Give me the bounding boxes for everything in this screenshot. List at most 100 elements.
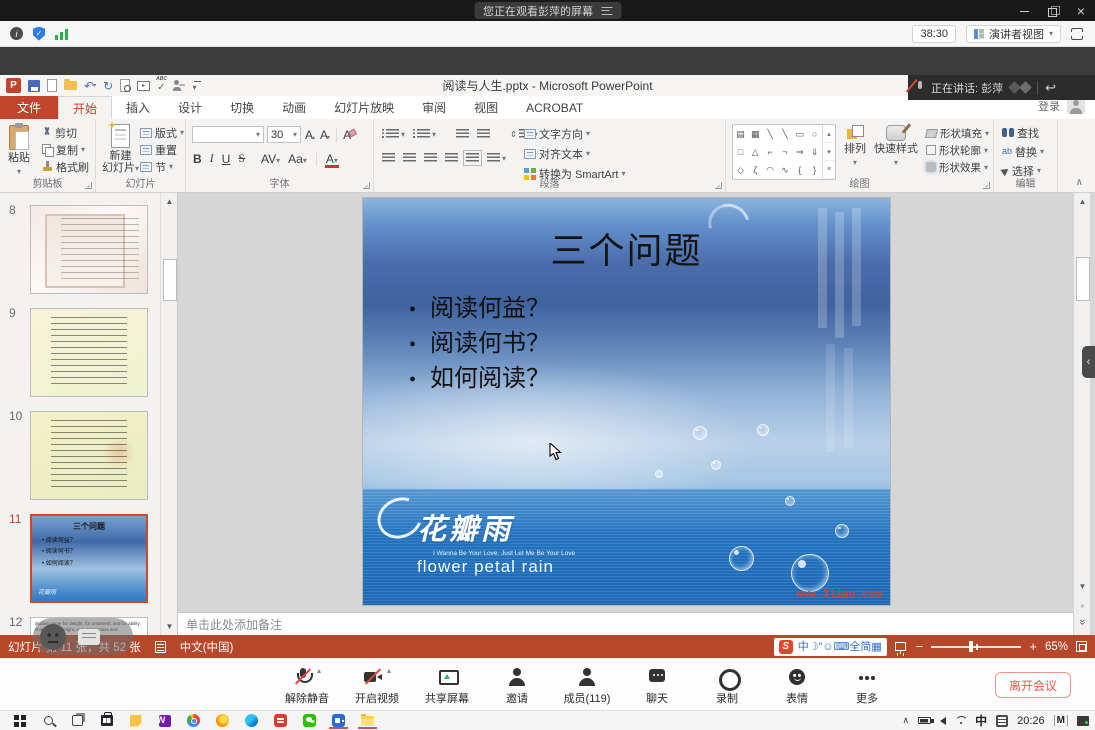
shape-glyph-icon[interactable]: ▤	[736, 130, 745, 139]
zoom-out-icon[interactable]: −	[916, 640, 924, 653]
slide-thumbnail[interactable]	[30, 205, 148, 294]
change-case-button[interactable]: Aa▾	[287, 152, 308, 166]
volume-icon[interactable]	[940, 717, 946, 725]
sticky-icon[interactable]	[128, 712, 143, 729]
meeting-control[interactable]: 录制	[703, 666, 751, 706]
ime-option-icon[interactable]: ☽	[809, 641, 819, 653]
shape-glyph-icon[interactable]: ζ	[753, 166, 757, 175]
thumbnail-scrollbar[interactable]: ▲ ▼	[160, 193, 177, 635]
columns-button[interactable]: ▾	[487, 150, 506, 166]
ribbon-tab[interactable]: 幻灯片放映	[320, 96, 408, 119]
previous-slide-icon[interactable]: «	[1076, 599, 1090, 614]
zoom-in-icon[interactable]: +	[1029, 640, 1037, 653]
shrink-font-button[interactable]: A▾	[319, 128, 331, 142]
cut-button[interactable]: 剪切	[42, 124, 89, 141]
format-painter-button[interactable]: 格式刷	[42, 158, 89, 175]
scrollbar-thumb[interactable]	[1076, 257, 1090, 301]
emoji-face-icon[interactable]	[40, 624, 66, 650]
ribbon-tab[interactable]: 动画	[268, 96, 320, 119]
meeting-icon[interactable]	[331, 712, 346, 729]
more-icon[interactable]	[856, 666, 878, 688]
next-slide-icon[interactable]: «	[1076, 615, 1090, 630]
office-icon[interactable]: N	[157, 712, 172, 729]
shape-fill-button[interactable]: 形状填充▾	[926, 126, 989, 140]
dialog-launcher-icon[interactable]	[715, 182, 722, 189]
ribbon-tab[interactable]: 切换	[216, 96, 268, 119]
grow-font-button[interactable]: A▴	[304, 128, 316, 142]
chrome-icon[interactable]	[186, 712, 201, 729]
align-left-button[interactable]	[382, 150, 395, 166]
meeting-control[interactable]: 更多	[843, 666, 891, 706]
camera-icon[interactable]	[362, 666, 384, 688]
close-icon[interactable]: ×	[1075, 5, 1087, 17]
copy-button[interactable]: 复制▾	[42, 141, 89, 158]
align-right-button[interactable]	[424, 150, 437, 166]
sign-in-label[interactable]: 登录	[1038, 98, 1060, 114]
dialog-launcher-icon[interactable]	[85, 182, 92, 189]
scroll-down-icon[interactable]: ▼	[1075, 579, 1090, 593]
italic-button[interactable]: I	[209, 151, 215, 166]
shape-glyph-icon[interactable]: ╲	[782, 130, 787, 139]
shape-glyph-icon[interactable]: ◠	[766, 166, 774, 175]
bold-button[interactable]: B	[192, 152, 203, 166]
ime-option-icon[interactable]: 简	[860, 641, 871, 653]
ime-option-icon[interactable]: 中	[798, 641, 809, 653]
meeting-info-icon[interactable]: i	[10, 27, 23, 40]
scroll-up-icon[interactable]: ▲	[1075, 194, 1090, 208]
decrease-indent-button[interactable]	[456, 126, 469, 142]
ribbon-tab[interactable]: ACROBAT	[512, 96, 597, 119]
shape-glyph-icon[interactable]: ▭	[795, 130, 804, 139]
slide-thumbnail[interactable]: 三个问题 阅读何益？ 阅读何书？ 如何阅读？ 花瓣雨	[30, 514, 148, 603]
shapes-gallery-scroll[interactable]: ▴▾≡	[822, 125, 835, 179]
shape-glyph-icon[interactable]: ¬	[782, 148, 787, 157]
save-icon[interactable]	[28, 80, 40, 92]
zoom-level[interactable]: 65%	[1045, 641, 1068, 653]
slide-scrollbar[interactable]: ▲ ▼ « «	[1073, 193, 1090, 635]
shape-glyph-icon[interactable]: △	[752, 148, 759, 157]
meeting-control[interactable]: 共享屏幕	[423, 666, 471, 706]
shape-effects-button[interactable]: 形状效果▾	[926, 160, 989, 174]
replace-button[interactable]: ab替换▾	[1002, 143, 1057, 160]
leave-meeting-button[interactable]: 离开会议	[995, 672, 1071, 698]
minimize-icon[interactable]	[1019, 5, 1031, 17]
dialog-launcher-icon[interactable]	[983, 182, 990, 189]
firefox-icon[interactable]	[215, 712, 230, 729]
redapp-icon[interactable]	[273, 712, 288, 729]
account-avatar-icon[interactable]	[1067, 98, 1085, 114]
meeting-control[interactable]: 表情	[773, 666, 821, 706]
align-center-button[interactable]	[403, 150, 416, 166]
current-slide[interactable]: 三个问题 阅读何益？阅读何书？如何阅读？ 花瓣雨	[363, 198, 890, 605]
meeting-menu-icon[interactable]	[601, 7, 612, 15]
clear-formatting-button[interactable]: A	[342, 128, 352, 142]
ribbon-tab[interactable]: 设计	[164, 96, 216, 119]
print-preview-icon[interactable]	[120, 79, 130, 92]
ribbon-tab[interactable]: 视图	[460, 96, 512, 119]
distribute-button[interactable]	[466, 150, 479, 166]
shape-glyph-icon[interactable]: ▦	[751, 130, 760, 139]
paste-button[interactable]: 粘贴▾	[8, 125, 30, 178]
ribbon-tab[interactable]: 开始	[58, 96, 112, 119]
new-file-icon[interactable]	[47, 79, 57, 92]
wechat-icon[interactable]	[302, 712, 317, 729]
align-text-button[interactable]: 对齐文本▾	[524, 145, 625, 162]
qat-customize-icon[interactable]: ▾	[193, 80, 197, 92]
sign-in-area[interactable]: 登录	[1038, 98, 1085, 114]
shape-glyph-icon[interactable]: {	[798, 166, 801, 175]
strikethrough-button[interactable]: S	[237, 151, 246, 166]
store-icon[interactable]	[99, 712, 114, 729]
underline-button[interactable]: U	[221, 152, 232, 166]
ime-indicator[interactable]: 中	[975, 712, 987, 729]
members-icon[interactable]	[576, 666, 598, 688]
language-status[interactable]: 中文(中国)	[180, 639, 234, 655]
meeting-control[interactable]: ▲ 开启视频	[353, 666, 401, 706]
collapse-overlay-icon[interactable]: ↩	[1045, 80, 1056, 96]
ime-option-icon[interactable]: ⌨	[833, 641, 849, 653]
action-center-icon[interactable]	[1077, 716, 1089, 726]
collapse-ribbon-icon[interactable]: ∧	[1076, 177, 1083, 188]
shape-glyph-icon[interactable]: ∿	[781, 166, 789, 175]
bullets-button[interactable]: ▾	[382, 126, 405, 142]
numbering-button[interactable]: ▾	[413, 126, 436, 142]
undo-icon[interactable]: ↶▾	[84, 78, 96, 93]
fullscreen-icon[interactable]	[1071, 28, 1083, 40]
slideshow-view-icon[interactable]	[895, 642, 906, 651]
